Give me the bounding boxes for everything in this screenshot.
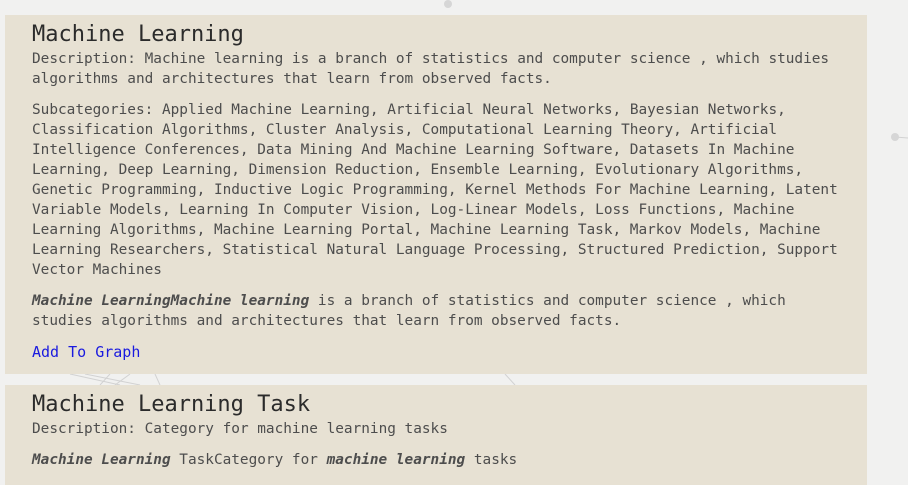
result-snippet: Machine Learning TaskCategory for machin… bbox=[32, 452, 518, 468]
result-description: Description: Category for machine learni… bbox=[32, 421, 448, 437]
result-title: Machine Learning bbox=[32, 22, 244, 47]
result-card-machine-learning: Machine Learning Description: Machine le… bbox=[5, 15, 867, 374]
result-snippet: Machine LearningMachine learning is a br… bbox=[32, 293, 786, 329]
result-card-machine-learning-task: Machine Learning Task Description: Categ… bbox=[5, 385, 867, 485]
add-to-graph-link[interactable]: Add To Graph bbox=[32, 342, 140, 362]
result-subcategories: Subcategories: Applied Machine Learning,… bbox=[32, 102, 838, 278]
result-title: Machine Learning Task bbox=[32, 392, 311, 417]
result-description: Description: Machine learning is a branc… bbox=[32, 51, 830, 87]
